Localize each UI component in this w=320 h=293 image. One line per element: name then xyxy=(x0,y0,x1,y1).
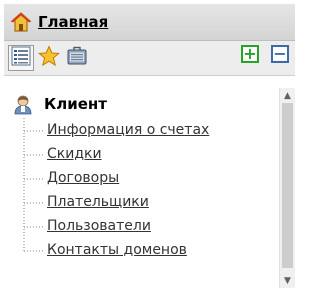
tree-children: Информация о счетах Скидки Договоры Плат… xyxy=(4,118,280,262)
tree-connector xyxy=(23,166,45,190)
minus-square-icon: − xyxy=(273,44,287,63)
star-icon xyxy=(37,45,61,71)
tree-item-payers[interactable]: Плательщики xyxy=(4,190,280,214)
tree-connector xyxy=(23,190,45,214)
page-title[interactable]: Главная xyxy=(38,13,108,31)
tree-connector xyxy=(23,118,45,142)
tree-item-domain-contacts[interactable]: Контакты доменов xyxy=(4,238,280,262)
tree-item-label[interactable]: Пользователи xyxy=(47,218,151,234)
plus-square-icon: + xyxy=(243,44,257,63)
tree-item-discounts[interactable]: Скидки xyxy=(4,142,280,166)
tree-root-label: Клиент xyxy=(44,95,107,113)
expand-all-button[interactable]: + xyxy=(241,45,259,63)
list-view-button[interactable] xyxy=(8,45,34,71)
tree-connector xyxy=(23,142,45,166)
panel-header: Главная xyxy=(4,4,295,41)
toolbar-right-group: + − xyxy=(241,45,289,63)
tree-connector xyxy=(23,238,45,252)
tree-item-label[interactable]: Информация о счетах xyxy=(47,122,209,138)
user-icon xyxy=(12,93,34,115)
tree-item-label[interactable]: Контакты доменов xyxy=(47,242,187,258)
tree-item-users[interactable]: Пользователи xyxy=(4,214,280,238)
collapse-all-button[interactable]: − xyxy=(271,45,289,63)
favorites-button[interactable] xyxy=(36,45,62,71)
vertical-scrollbar[interactable]: ▲ ▼ xyxy=(279,88,295,288)
tree-item-label[interactable]: Плательщики xyxy=(47,194,149,210)
list-icon xyxy=(11,46,31,70)
tree-item-account-info[interactable]: Информация о счетах xyxy=(4,118,280,142)
scrollbar-thumb[interactable] xyxy=(282,103,293,268)
tree-panel: Клиент Информация о счетах Скидки Догово… xyxy=(4,88,280,288)
scroll-down-icon[interactable]: ▼ xyxy=(280,273,295,288)
tree-item-label[interactable]: Договоры xyxy=(47,170,119,186)
tree-item-label[interactable]: Скидки xyxy=(47,146,102,162)
tree-root[interactable]: Клиент xyxy=(4,92,280,116)
toolbar: + − xyxy=(4,41,295,76)
tree-item-contracts[interactable]: Договоры xyxy=(4,166,280,190)
navigation-panel: Главная + − Клиент Информация о счетах С… xyxy=(4,4,295,289)
briefcase-icon xyxy=(66,45,88,71)
scroll-up-icon[interactable]: ▲ xyxy=(280,88,295,103)
home-icon[interactable] xyxy=(10,11,32,33)
tree-connector xyxy=(23,214,45,238)
briefcase-button[interactable] xyxy=(64,45,90,71)
